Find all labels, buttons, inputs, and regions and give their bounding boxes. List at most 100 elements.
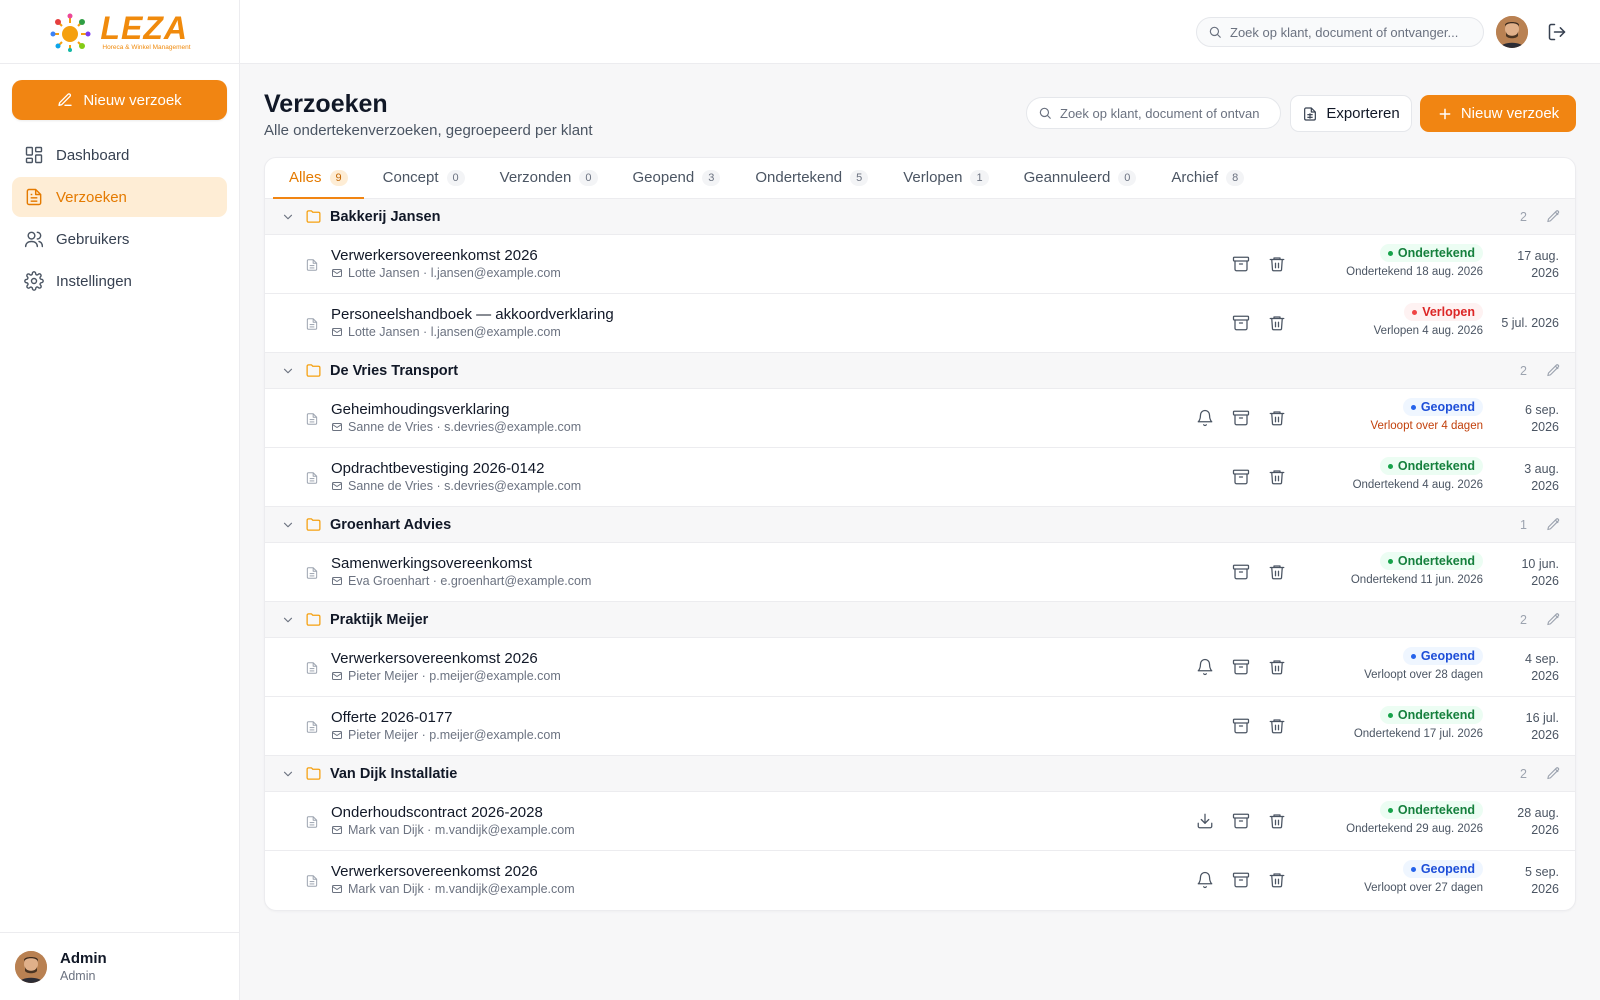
request-recipient: Pieter Meijer · p.meijer@example.com (331, 669, 561, 683)
request-row[interactable]: Geheimhoudingsverklaring Sanne de Vries … (265, 389, 1575, 448)
trash-icon[interactable] (1268, 314, 1286, 332)
archive-icon[interactable] (1232, 255, 1250, 273)
request-date: 10 jun. 2026 (1489, 556, 1559, 590)
tab-verlopen[interactable]: Verlopen 1 (887, 158, 1004, 198)
request-title[interactable]: Verwerkersovereenkomst 2026 (331, 863, 538, 880)
chevron-down-icon[interactable] (281, 210, 295, 224)
client-request-count: 2 (1520, 363, 1527, 378)
sidebar-item-gebruikers[interactable]: Gebruikers (12, 219, 227, 259)
request-title[interactable]: Geheimhoudingsverklaring (331, 401, 509, 418)
tab-concept[interactable]: Concept 0 (367, 158, 481, 198)
trash-icon[interactable] (1268, 255, 1286, 273)
request-row[interactable]: Verwerkersovereenkomst 2026 Lotte Jansen… (265, 235, 1575, 294)
request-row[interactable]: Samenwerkingsovereenkomst Eva Groenhart … (265, 543, 1575, 602)
request-row[interactable]: Opdrachtbevestiging 2026-0142 Sanne de V… (265, 448, 1575, 507)
global-search-input[interactable] (1230, 24, 1470, 40)
new-request-button-sidebar[interactable]: Nieuw verzoek (12, 80, 227, 120)
client-group-header[interactable]: Van Dijk Installatie 2 (265, 756, 1575, 792)
pencil-icon[interactable] (1546, 209, 1561, 224)
trash-icon[interactable] (1268, 871, 1286, 889)
mail-icon (332, 672, 342, 680)
document-icon (306, 318, 318, 330)
search-icon (1209, 26, 1221, 38)
status-label: Ondertekend (1397, 246, 1475, 260)
bell-icon[interactable] (1196, 409, 1214, 427)
archive-icon[interactable] (1232, 314, 1250, 332)
trash-icon[interactable] (1268, 717, 1286, 735)
trash-icon[interactable] (1268, 468, 1286, 486)
request-title[interactable]: Offerte 2026-0177 (331, 709, 452, 726)
request-status: Geopend Verloopt over 4 dagen (1370, 398, 1483, 432)
request-date: 6 sep. 2026 (1489, 402, 1559, 436)
trash-icon[interactable] (1268, 812, 1286, 830)
folder-icon (306, 613, 321, 626)
tab-geannuleerd[interactable]: Geannuleerd 0 (1008, 158, 1153, 198)
chevron-down-icon[interactable] (281, 364, 295, 378)
sidebar-nav: Dashboard Verzoeken Gebruikers Instellin… (12, 135, 227, 303)
request-row[interactable]: Personeelshandboek — akkoordverklaring L… (265, 294, 1575, 353)
archive-icon[interactable] (1232, 409, 1250, 427)
archive-icon[interactable] (1232, 658, 1250, 676)
client-group-header[interactable]: De Vries Transport 2 (265, 353, 1575, 389)
pencil-icon[interactable] (1546, 766, 1561, 781)
archive-icon[interactable] (1232, 812, 1250, 830)
pencil-icon[interactable] (1546, 517, 1561, 532)
export-button[interactable]: Exporteren (1290, 95, 1412, 132)
chevron-down-icon[interactable] (281, 518, 295, 532)
request-status: Geopend Verloopt over 28 dagen (1364, 647, 1483, 681)
tab-archief[interactable]: Archief 8 (1155, 158, 1260, 198)
request-title[interactable]: Opdrachtbevestiging 2026-0142 (331, 460, 545, 477)
tab-geopend[interactable]: Geopend 3 (617, 158, 737, 198)
trash-icon[interactable] (1268, 409, 1286, 427)
archive-icon[interactable] (1232, 468, 1250, 486)
client-group-header[interactable]: Groenhart Advies 1 (265, 507, 1575, 543)
pencil-icon[interactable] (1546, 363, 1561, 378)
request-title[interactable]: Personeelshandboek — akkoordverklaring (331, 306, 614, 323)
client-group-header[interactable]: Praktijk Meijer 2 (265, 602, 1575, 638)
trash-icon[interactable] (1268, 563, 1286, 581)
request-recipient: Lotte Jansen · l.jansen@example.com (331, 325, 561, 339)
requests-search[interactable] (1026, 97, 1281, 129)
sidebar-item-dashboard[interactable]: Dashboard (12, 135, 227, 175)
client-group-header[interactable]: Bakkerij Jansen 2 (265, 199, 1575, 235)
request-row[interactable]: Offerte 2026-0177 Pieter Meijer · p.meij… (265, 697, 1575, 756)
request-row[interactable]: Verwerkersovereenkomst 2026 Mark van Dij… (265, 851, 1575, 910)
status-detail: Verlopen 4 aug. 2026 (1373, 325, 1483, 337)
request-title[interactable]: Verwerkersovereenkomst 2026 (331, 650, 538, 667)
date-line-1: 6 sep. (1524, 403, 1559, 417)
tab-verzonden[interactable]: Verzonden 0 (484, 158, 614, 198)
document-icon (306, 413, 318, 425)
request-date: 5 jul. 2026 (1489, 315, 1559, 332)
topbar-avatar[interactable] (1496, 16, 1528, 48)
request-title[interactable]: Onderhoudscontract 2026-2028 (331, 804, 543, 821)
request-row[interactable]: Onderhoudscontract 2026-2028 Mark van Di… (265, 792, 1575, 851)
recipient-text: Pieter Meijer · p.meijer@example.com (348, 728, 561, 742)
new-request-button[interactable]: Nieuw verzoek (1420, 95, 1576, 132)
request-title[interactable]: Verwerkersovereenkomst 2026 (331, 247, 538, 264)
status-badge: Ondertekend (1379, 244, 1483, 262)
bell-icon[interactable] (1196, 871, 1214, 889)
logo[interactable]: LEZA Horeca & Winkel Management (48, 12, 191, 52)
trash-icon[interactable] (1268, 658, 1286, 676)
request-row[interactable]: Verwerkersovereenkomst 2026 Pieter Meije… (265, 638, 1575, 697)
pencil-icon[interactable] (1546, 612, 1561, 627)
sidebar-item-instellingen[interactable]: Instellingen (12, 261, 227, 301)
archive-icon[interactable] (1232, 717, 1250, 735)
download-icon[interactable] (1196, 812, 1214, 830)
tab-label: Verzonden (499, 169, 572, 186)
chevron-down-icon[interactable] (281, 767, 295, 781)
logout-button[interactable] (1547, 22, 1567, 42)
global-search[interactable] (1196, 17, 1484, 47)
spreadsheet-icon (1304, 106, 1317, 121)
tab-alles[interactable]: Alles 9 (273, 158, 364, 199)
sidebar-item-verzoeken[interactable]: Verzoeken (12, 177, 227, 217)
status-detail: Ondertekend 29 aug. 2026 (1346, 823, 1483, 835)
archive-icon[interactable] (1232, 871, 1250, 889)
requests-search-input[interactable] (1060, 105, 1260, 121)
archive-icon[interactable] (1232, 563, 1250, 581)
request-title[interactable]: Samenwerkingsovereenkomst (331, 555, 532, 572)
current-user[interactable]: Admin Admin (0, 932, 240, 1000)
bell-icon[interactable] (1196, 658, 1214, 676)
tab-ondertekend[interactable]: Ondertekend 5 (739, 158, 884, 198)
chevron-down-icon[interactable] (281, 613, 295, 627)
